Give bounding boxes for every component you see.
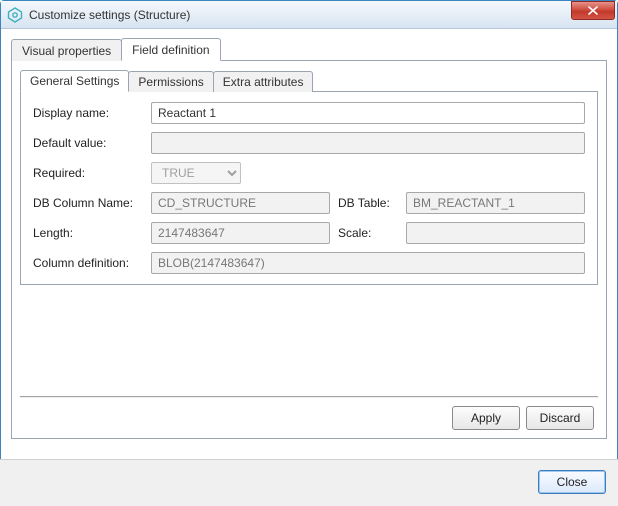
length-field: 2147483647 [151, 222, 330, 244]
required-cell: TRUE [151, 162, 585, 184]
label-default-value: Default value: [33, 136, 143, 150]
tab-visual-properties[interactable]: Visual properties [11, 39, 122, 61]
tab-general-settings[interactable]: General Settings [20, 70, 129, 92]
outer-tabs: Visual properties Field definition [11, 37, 607, 61]
label-display-name: Display name: [33, 106, 143, 120]
scale-field [406, 222, 585, 244]
spacer [20, 285, 598, 388]
tab-extra-attributes[interactable]: Extra attributes [213, 71, 314, 92]
general-settings-form: Display name: Default value: Required: T… [33, 102, 585, 274]
label-scale: Scale: [338, 226, 398, 240]
close-button[interactable]: Close [538, 470, 606, 494]
required-select: TRUE [151, 162, 241, 184]
app-icon [7, 7, 23, 23]
window-close-button[interactable] [571, 1, 615, 20]
outer-tab-panel: General Settings Permissions Extra attri… [11, 61, 607, 439]
tab-permissions[interactable]: Permissions [128, 71, 213, 92]
display-name-input[interactable] [151, 102, 585, 124]
close-icon [588, 6, 598, 15]
titlebar: Customize settings (Structure) [1, 1, 617, 29]
panel-button-row: Apply Discard [20, 406, 598, 430]
inner-tabs: General Settings Permissions Extra attri… [20, 69, 598, 92]
label-db-table: DB Table: [338, 196, 398, 210]
label-db-column-name: DB Column Name: [33, 196, 143, 210]
divider [20, 396, 598, 398]
apply-button[interactable]: Apply [452, 406, 520, 430]
inner-tab-panel: Display name: Default value: Required: T… [20, 92, 598, 285]
label-column-definition: Column definition: [33, 256, 143, 270]
dialog-footer: Close [0, 459, 618, 506]
db-table-field: BM_REACTANT_1 [406, 192, 585, 214]
label-length: Length: [33, 226, 143, 240]
label-required: Required: [33, 166, 143, 180]
column-definition-field: BLOB(2147483647) [151, 252, 585, 274]
default-value-field [151, 132, 585, 154]
discard-button[interactable]: Discard [526, 406, 594, 430]
window-body: Visual properties Field definition Gener… [1, 29, 617, 449]
db-column-name-field: CD_STRUCTURE [151, 192, 330, 214]
tab-field-definition[interactable]: Field definition [121, 38, 220, 61]
window-title: Customize settings (Structure) [29, 8, 571, 22]
